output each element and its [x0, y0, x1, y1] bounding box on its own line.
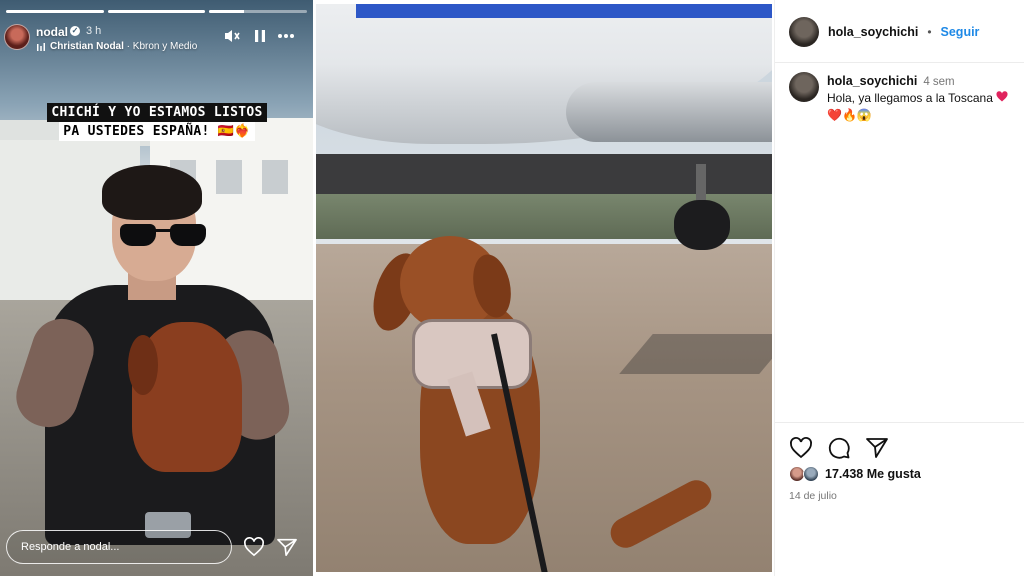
follow-button[interactable]: Seguir [941, 25, 980, 39]
liker-avatar [803, 466, 819, 482]
building-window [262, 160, 288, 194]
building-window [216, 160, 242, 194]
comment-body: hola_soychichi 4 sem Hola, ya llegamos a … [827, 73, 1023, 123]
screenshot-collage: nodal ✓ 3 h Christian Nodal · Kbron y Me… [0, 0, 1024, 576]
heart-icon[interactable] [789, 436, 813, 460]
divider [775, 62, 1024, 63]
likes-count[interactable]: 17.438 Me gusta [825, 467, 921, 481]
comment-emojis: ❤️🔥😱 [827, 108, 872, 122]
song-artist: Christian Nodal [50, 41, 124, 52]
puppy-ear [128, 335, 158, 395]
sunglasses [120, 224, 208, 246]
comment-time: 4 sem [923, 76, 955, 88]
comment-username[interactable]: hola_soychichi [827, 74, 917, 88]
pause-icon[interactable] [250, 26, 270, 46]
post-actions [789, 436, 889, 460]
caption-line: CHICHÍ Y YO ESTAMOS LISTOS [47, 103, 267, 122]
post-date: 14 de julio [789, 490, 837, 502]
reply-field[interactable] [6, 530, 232, 564]
post-photo[interactable] [316, 4, 772, 572]
story-avatar[interactable] [4, 24, 30, 50]
verified-badge-icon: ✓ [70, 26, 80, 36]
airplane-engine [566, 82, 772, 142]
separator-dot: • [927, 25, 932, 39]
comment-avatar[interactable] [789, 72, 819, 102]
likes-row[interactable]: 17.438 Me gusta [789, 466, 921, 482]
caption-line: PA USTEDES ESPAÑA! 🇪🇸❤️‍🔥 [59, 122, 255, 141]
progress-fill [6, 10, 104, 13]
divider [775, 422, 1024, 423]
progress-fill [107, 10, 206, 13]
progress-fill [209, 10, 244, 13]
heart-icon[interactable] [243, 537, 265, 557]
comment-icon[interactable] [827, 436, 851, 460]
story-progress [6, 10, 308, 13]
story-caption: CHICHÍ Y YO ESTAMOS LISTOS PA USTEDES ES… [22, 103, 292, 141]
post-header: hola_soychichi • Seguir [789, 16, 979, 48]
mute-icon[interactable] [222, 26, 242, 46]
instagram-story[interactable]: nodal ✓ 3 h Christian Nodal · Kbron y Me… [0, 0, 313, 576]
heart-emoji-icon [996, 91, 1008, 102]
landing-gear-wheel [674, 200, 730, 250]
send-icon[interactable] [276, 537, 298, 557]
music-bars-icon [37, 43, 45, 51]
progress-segment [209, 10, 308, 13]
story-header: nodal ✓ 3 h Christian Nodal · Kbron y Me… [4, 22, 307, 56]
person-hair [102, 165, 202, 220]
progress-segment [107, 10, 206, 13]
post-username[interactable]: hola_soychichi [828, 25, 918, 39]
story-time: 3 h [86, 25, 102, 37]
post-panel: hola_soychichi • Seguir hola_soychichi 4 … [774, 0, 1024, 576]
reply-input[interactable] [21, 541, 217, 553]
post-avatar[interactable] [789, 17, 819, 47]
progress-segment [6, 10, 104, 13]
airplane-stripe [356, 4, 772, 18]
song-title: Kbron y Medio [132, 41, 198, 52]
comment-text: Hola, ya llegamos a la Toscana [827, 91, 993, 105]
more-icon[interactable] [276, 26, 296, 46]
story-music[interactable]: Christian Nodal · Kbron y Medio [50, 41, 197, 52]
share-icon[interactable] [865, 436, 889, 460]
story-username[interactable]: nodal [36, 25, 68, 39]
